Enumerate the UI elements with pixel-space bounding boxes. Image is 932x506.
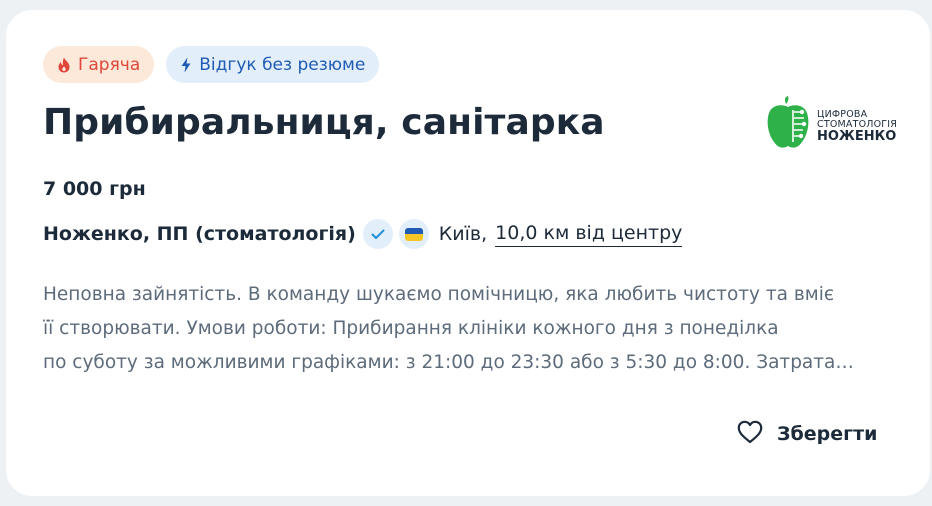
vacancy-card[interactable]: Гаряча Відгук без резюме Прибиральниця, … bbox=[6, 10, 930, 496]
description-line: по суботу за можливими графіками: з 21:0… bbox=[43, 352, 854, 373]
heart-outline-icon bbox=[737, 420, 763, 449]
salary: 7 000 грн bbox=[43, 178, 146, 200]
no-resume-tag-label: Відгук без резюме bbox=[199, 54, 366, 75]
tooth-apple-icon bbox=[767, 96, 809, 148]
flame-icon bbox=[57, 57, 71, 73]
hot-tag-label: Гаряча bbox=[78, 54, 141, 75]
company-row: Ноженко, ПП (стоматологія) Київ, 10,0 км… bbox=[43, 215, 683, 253]
description-line: її створювати. Умови роботи: Прибирання … bbox=[43, 318, 779, 339]
check-badge-icon bbox=[362, 219, 393, 249]
save-button-label: Зберегти bbox=[777, 423, 878, 445]
city: Київ, bbox=[438, 223, 488, 245]
company-logo[interactable]: ЦИФРОВА СТОМАТОЛОГІЯ НОЖЕНКО bbox=[764, 96, 897, 152]
company-name: Ноженко, ПП (стоматологія) bbox=[43, 223, 356, 245]
tags-row: Гаряча Відгук без резюме bbox=[43, 46, 380, 83]
job-description: Неповна зайнятість. В команду шукаємо по… bbox=[43, 278, 893, 380]
logo-line-3: НОЖЕНКО bbox=[817, 128, 897, 144]
lightning-icon bbox=[180, 57, 192, 73]
distance-link[interactable]: 10,0 км від центру bbox=[495, 222, 683, 247]
ukraine-flag-icon bbox=[398, 219, 429, 249]
save-button[interactable]: Зберегти bbox=[737, 416, 877, 452]
hot-tag: Гаряча bbox=[43, 46, 155, 83]
logo-wordmark: ЦИФРОВА СТОМАТОЛОГІЯ НОЖЕНКО bbox=[817, 110, 897, 144]
no-resume-tag: Відгук без резюме bbox=[166, 46, 380, 83]
job-title[interactable]: Прибиральниця, санітарка bbox=[43, 102, 605, 143]
description-line: Неповна зайнятість. В команду шукаємо по… bbox=[43, 284, 835, 305]
